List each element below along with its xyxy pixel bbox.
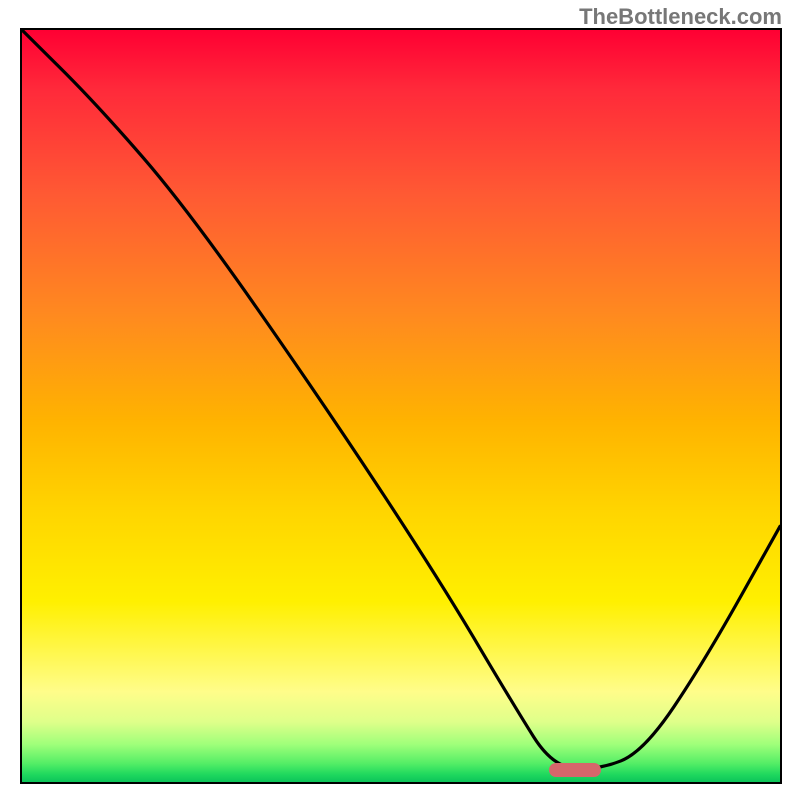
chart-frame: [20, 28, 782, 784]
optimal-marker: [549, 763, 601, 777]
watermark-text: TheBottleneck.com: [579, 4, 782, 30]
bottleneck-curve-svg: [22, 30, 780, 782]
bottleneck-curve-path: [22, 30, 780, 769]
